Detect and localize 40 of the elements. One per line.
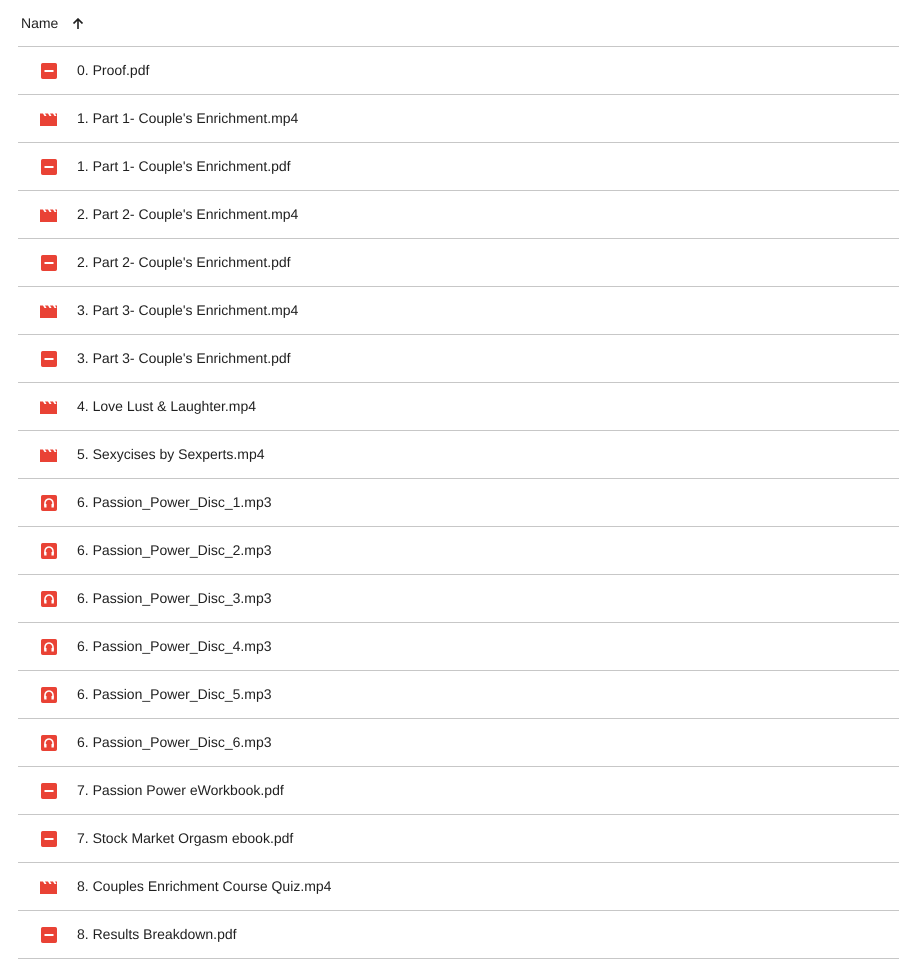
headphones-file-icon (40, 542, 56, 558)
file-name[interactable]: 1. Part 1- Couple's Enrichment.pdf (77, 156, 291, 177)
pdf-file-icon (40, 62, 56, 78)
file-name[interactable]: 0. Proof.pdf (77, 60, 150, 81)
file-name[interactable]: 6. Passion_Power_Disc_5.mp3 (77, 684, 272, 705)
sort-arrow-icon[interactable] (72, 16, 84, 30)
file-name[interactable]: 6. Passion_Power_Disc_2.mp3 (77, 540, 272, 561)
clapperboard-icon (40, 304, 57, 318)
pdf-file-icon (40, 158, 56, 174)
file-name[interactable]: 8. Couples Enrichment Course Quiz.mp4 (77, 876, 332, 897)
clapperboard-icon (40, 208, 57, 222)
clapperboard-icon (40, 112, 57, 126)
file-name[interactable]: 6. Passion_Power_Disc_1.mp3 (77, 492, 272, 513)
file-name[interactable]: 7. Stock Market Orgasm ebook.pdf (77, 828, 294, 849)
headphones-file-icon (40, 494, 56, 510)
clapperboard-icon (40, 400, 57, 414)
headphones-file-icon (40, 638, 56, 654)
pdf-file-icon (40, 350, 56, 366)
file-name[interactable]: 6. Passion_Power_Disc_3.mp3 (77, 588, 272, 609)
file-name[interactable]: 8. Results Breakdown.pdf (77, 924, 237, 945)
headphones-file-icon (40, 686, 56, 702)
pdf-file-icon (40, 254, 56, 270)
pdf-file-icon (40, 782, 56, 798)
file-name[interactable]: 2. Part 2- Couple's Enrichment.pdf (77, 252, 291, 273)
file-name[interactable]: 4. Love Lust & Laughter.mp4 (77, 396, 256, 417)
file-name[interactable]: 5. Sexycises by Sexperts.mp4 (77, 444, 265, 465)
clapperboard-icon (40, 880, 57, 894)
headphones-file-icon (40, 590, 56, 606)
file-name[interactable]: 6. Passion_Power_Disc_6.mp3 (77, 732, 272, 753)
headphones-file-icon (40, 734, 56, 750)
file-name[interactable]: 3. Part 3- Couple's Enrichment.pdf (77, 348, 291, 369)
pdf-file-icon (40, 830, 56, 846)
file-name[interactable]: 2. Part 2- Couple's Enrichment.mp4 (77, 204, 298, 225)
file-name[interactable]: 7. Passion Power eWorkbook.pdf (77, 780, 284, 801)
file-name[interactable]: 3. Part 3- Couple's Enrichment.mp4 (77, 300, 298, 321)
pdf-file-icon (40, 926, 56, 942)
file-name[interactable]: 1. Part 1- Couple's Enrichment.mp4 (77, 108, 298, 129)
clapperboard-icon (40, 448, 57, 462)
column-header[interactable]: Name (21, 12, 58, 34)
file-name[interactable]: 6. Passion_Power_Disc_4.mp3 (77, 636, 272, 657)
